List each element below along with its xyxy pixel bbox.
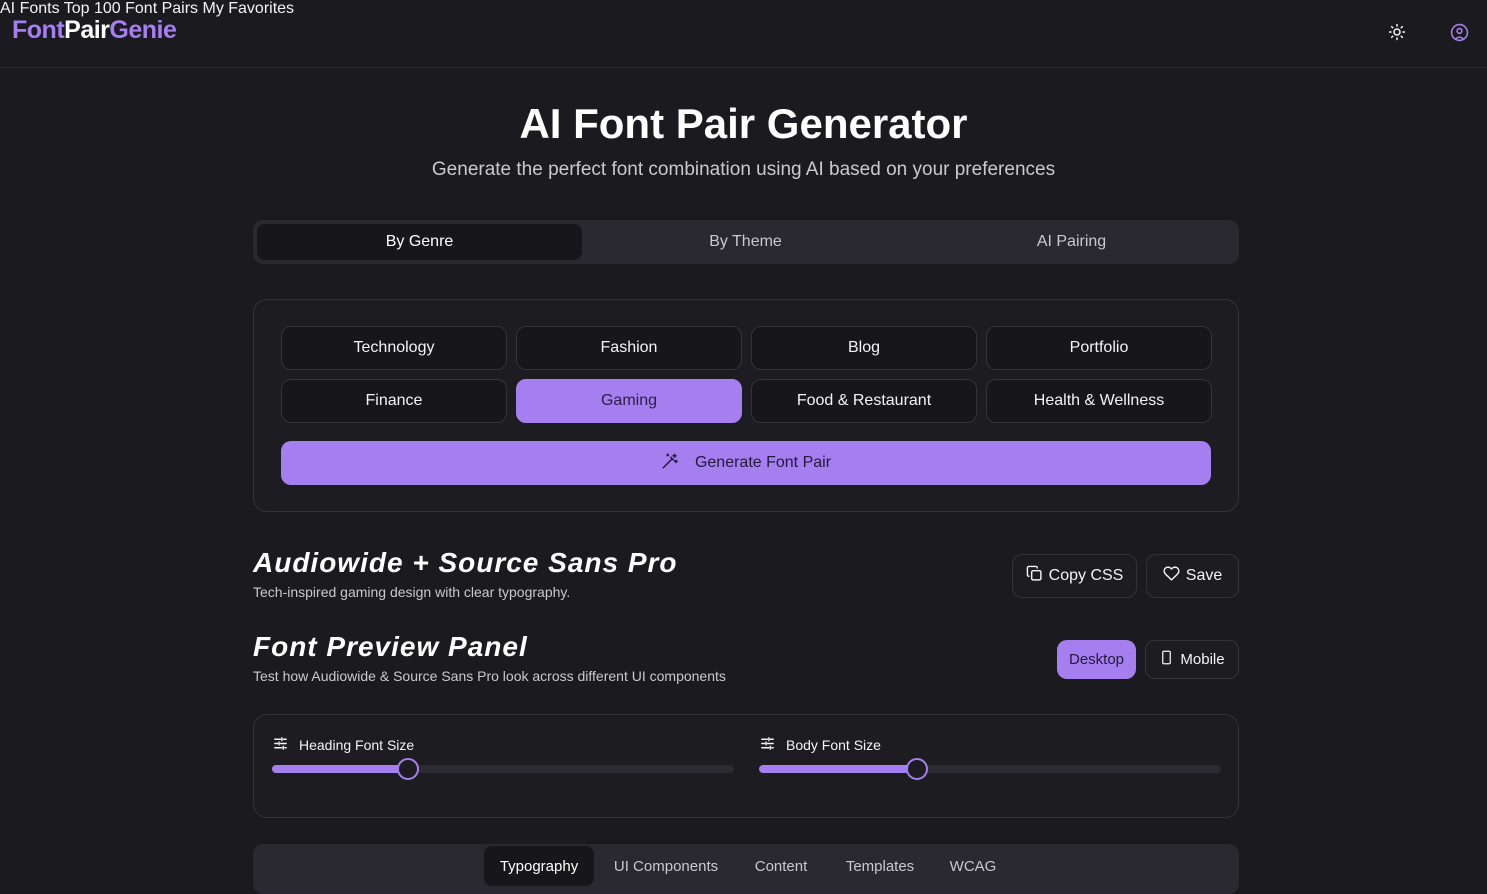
tab-content[interactable]: Content xyxy=(740,846,822,886)
font-pair-title: Audiowide + Source Sans Pro xyxy=(253,547,678,578)
page-title: AI Font Pair Generator xyxy=(519,100,968,147)
genre-chip-health-wellness[interactable]: Health & Wellness xyxy=(986,379,1212,423)
body-font-size-slider[interactable] xyxy=(759,758,1221,780)
genre-chip-gaming[interactable]: Gaming xyxy=(516,379,742,423)
page-subtitle: Generate the perfect font combination us… xyxy=(431,159,1056,180)
desktop-toggle-button[interactable]: Desktop xyxy=(1057,640,1136,679)
genre-chip-fashion[interactable]: Fashion xyxy=(516,326,742,370)
mobile-toggle-button[interactable]: Mobile xyxy=(1145,640,1239,679)
logo-part-genie: Genie xyxy=(109,16,177,44)
save-label: Save xyxy=(1185,567,1223,584)
generate-font-pair-label: Generate Font Pair xyxy=(694,454,832,471)
preview-panel-description: Test how Audiowide & Source Sans Pro loo… xyxy=(253,668,726,684)
preview-panel-title: Font Preview Panel xyxy=(253,631,528,662)
mode-tabs: By Genre By Theme AI Pairing xyxy=(253,220,1239,264)
logo-part-pair: Pair xyxy=(64,16,110,44)
font-pair-description: Tech-inspired gaming design with clear t… xyxy=(253,584,571,600)
heart-icon xyxy=(1163,565,1180,587)
user-circle-icon[interactable] xyxy=(1448,21,1470,43)
sliders-icon xyxy=(272,735,289,755)
tab-ui-components[interactable]: UI Components xyxy=(601,846,731,886)
heading-font-size-slider[interactable] xyxy=(272,758,734,780)
body-slider-thumb[interactable] xyxy=(906,758,928,780)
heading-font-size-control: Heading Font Size xyxy=(272,735,414,755)
body-font-size-control: Body Font Size xyxy=(759,735,881,755)
tab-typography[interactable]: Typography xyxy=(484,846,594,886)
genre-chip-finance[interactable]: Finance xyxy=(281,379,507,423)
nav-my-favorites[interactable]: My Favorites xyxy=(202,0,294,17)
nav-ai-fonts[interactable]: AI Fonts xyxy=(0,0,60,17)
copy-css-button[interactable]: Copy CSS xyxy=(1012,554,1137,598)
generate-font-pair-button[interactable]: Generate Font Pair xyxy=(281,441,1211,485)
logo-part-font: Font xyxy=(12,16,65,44)
font-size-controls: Heading Font Size Body Font Size xyxy=(253,714,1239,818)
sun-icon[interactable] xyxy=(1386,21,1408,43)
tab-wcag[interactable]: WCAG xyxy=(937,846,1009,886)
mobile-label: Mobile xyxy=(1180,651,1225,668)
copy-icon xyxy=(1026,565,1043,587)
tab-by-genre[interactable]: By Genre xyxy=(257,224,582,260)
tab-by-theme[interactable]: By Theme xyxy=(583,224,908,260)
preview-tabs: Typography UI Components Content Templat… xyxy=(253,844,1239,894)
genre-chip-blog[interactable]: Blog xyxy=(751,326,977,370)
genre-selector-card: Technology Fashion Blog Portfolio Financ… xyxy=(253,299,1239,512)
smartphone-icon xyxy=(1159,650,1174,669)
tab-ai-pairing[interactable]: AI Pairing xyxy=(909,224,1234,260)
body-font-size-label: Body Font Size xyxy=(786,737,881,753)
genre-chip-portfolio[interactable]: Portfolio xyxy=(986,326,1212,370)
logo[interactable]: FontPairGenie xyxy=(12,16,177,45)
genre-chip-technology[interactable]: Technology xyxy=(281,326,507,370)
save-button[interactable]: Save xyxy=(1146,554,1239,598)
genre-chip-food-restaurant[interactable]: Food & Restaurant xyxy=(751,379,977,423)
copy-css-label: Copy CSS xyxy=(1048,567,1124,584)
sliders-icon xyxy=(759,735,776,755)
heading-slider-fill xyxy=(272,765,409,773)
body-slider-fill xyxy=(759,765,917,773)
top-nav-bar: FontPairGenie AI Fonts Top 100 Font Pair… xyxy=(0,0,1487,68)
heading-font-size-label: Heading Font Size xyxy=(299,737,415,753)
magic-wand-icon xyxy=(661,452,679,475)
tab-templates[interactable]: Templates xyxy=(831,846,929,886)
nav-top-100-font-pairs[interactable]: Top 100 Font Pairs xyxy=(64,0,198,17)
heading-slider-thumb[interactable] xyxy=(397,758,420,780)
